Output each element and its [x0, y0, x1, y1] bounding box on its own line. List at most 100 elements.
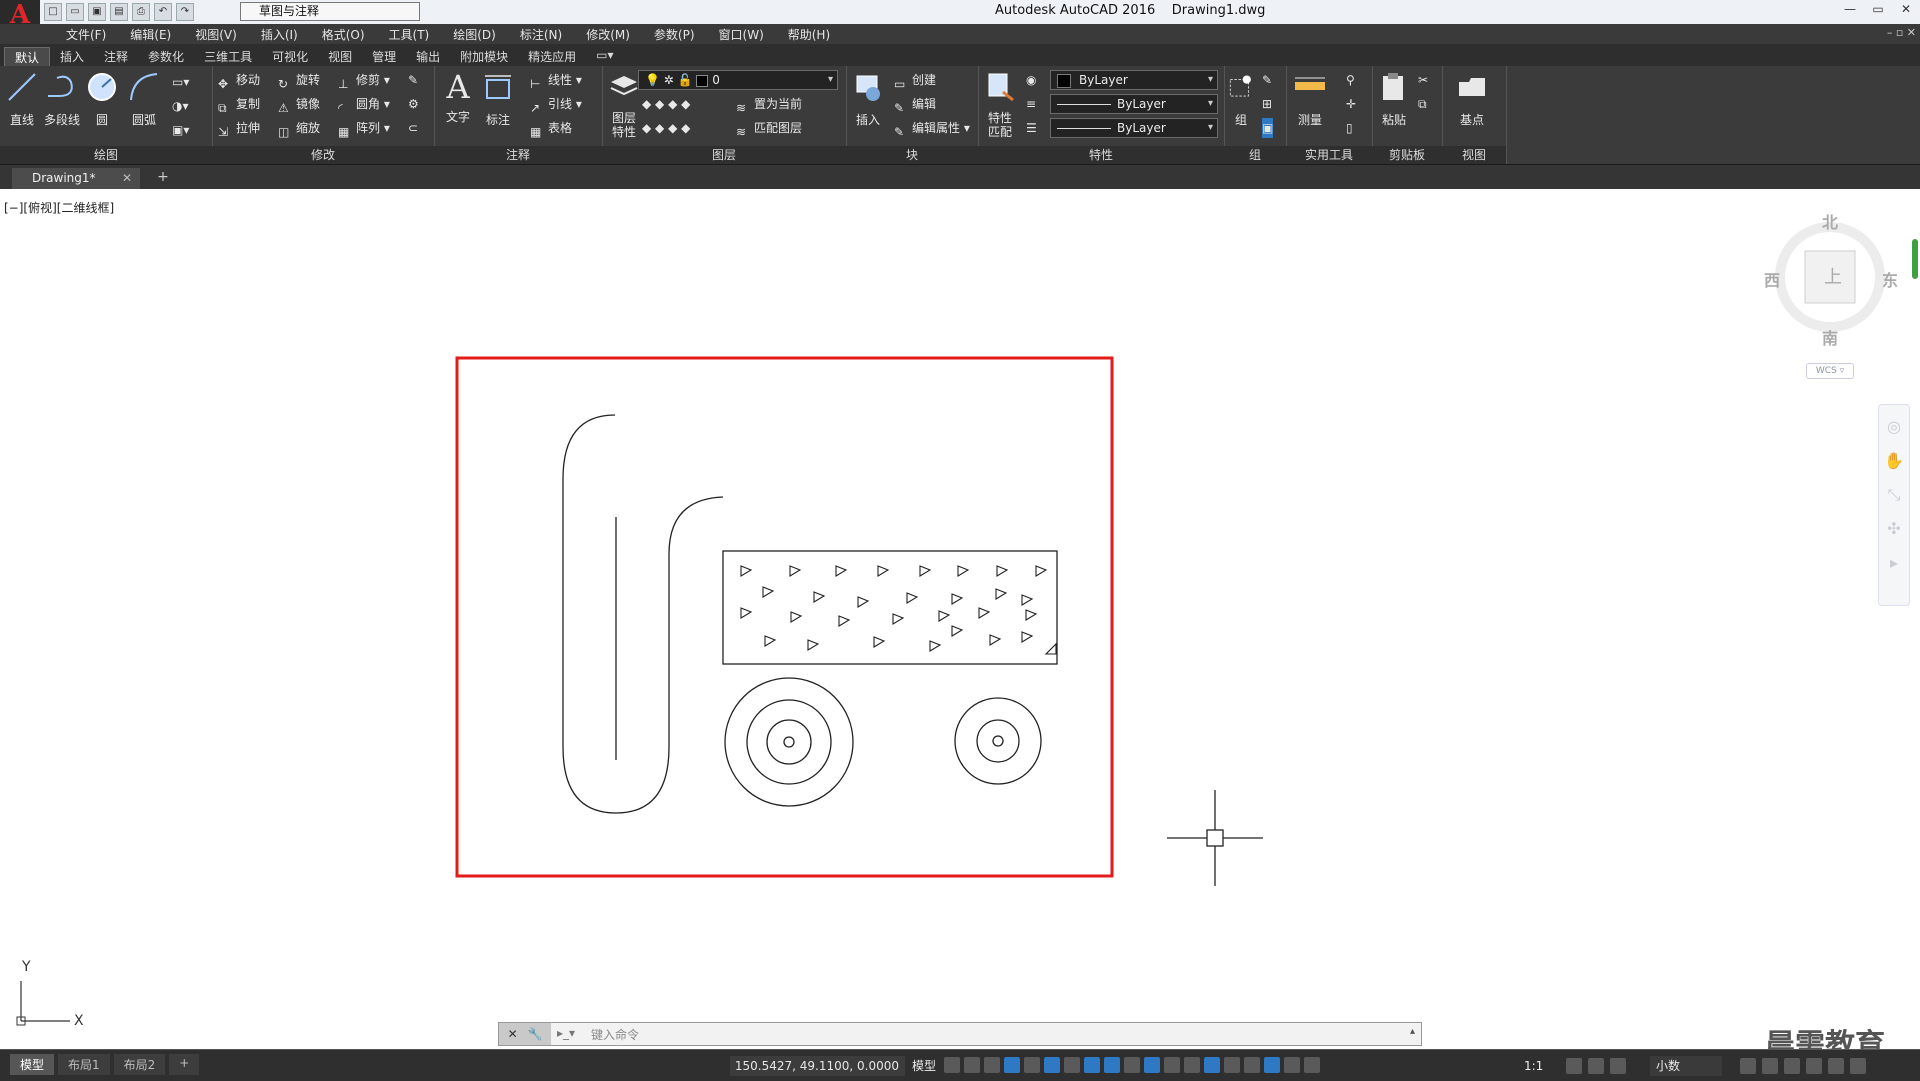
ribbon-options-icon[interactable]: ▭▾ — [586, 47, 623, 67]
dynamic-input-icon[interactable] — [1004, 1057, 1020, 1073]
steering-wheel-icon[interactable]: ◎ — [1883, 417, 1905, 439]
panel-block-title[interactable]: 块 — [846, 146, 978, 164]
command-input[interactable]: 键入命令 — [591, 1026, 639, 1043]
panel-modify-title[interactable]: 修改 — [212, 146, 434, 164]
close-button[interactable]: ✕ — [1892, 0, 1920, 18]
lock-ui-icon[interactable] — [1762, 1058, 1778, 1074]
rotate-button[interactable]: ↻ 旋转 — [278, 70, 320, 91]
grid-icon[interactable] — [944, 1057, 960, 1073]
object-snap-icon[interactable] — [1104, 1057, 1120, 1073]
ungroup-icon[interactable]: ⊞ — [1262, 94, 1272, 114]
table-button[interactable]: ▦ 表格 — [530, 118, 572, 139]
layer-tools-row2[interactable]: ◆ ◆ ◆ ◆ — [642, 118, 690, 138]
customize-command-icon[interactable]: 🔧 — [527, 1027, 542, 1041]
menu-parametric[interactable]: 参数(P) — [642, 24, 707, 43]
scale-button[interactable]: ◫ 缩放 — [278, 118, 320, 139]
tab-parametric[interactable]: 参数化 — [138, 47, 194, 67]
menu-dimension[interactable]: 标注(N) — [508, 24, 574, 43]
tab-add-ins[interactable]: 附加模块 — [450, 47, 518, 67]
quick-select-icon[interactable]: ⚲ — [1346, 70, 1355, 90]
annotation-visibility-icon[interactable] — [1264, 1057, 1280, 1073]
menu-format[interactable]: 格式(O) — [310, 24, 377, 43]
fillet-button[interactable]: ◜ 圆角 ▾ — [338, 94, 390, 115]
model-space-button[interactable]: 模型 — [912, 1056, 936, 1076]
showmotion-icon[interactable]: ▸ — [1883, 553, 1905, 575]
snap-icon[interactable] — [964, 1057, 980, 1073]
mirror-button[interactable]: ⚠ 镜像 — [278, 94, 320, 115]
match-properties-button[interactable]: 特性 匹配 — [980, 70, 1020, 139]
hardware-acceleration-icon[interactable] — [1806, 1058, 1822, 1074]
base-button[interactable]: 基点 — [1452, 70, 1492, 128]
menu-view[interactable]: 视图(V) — [183, 24, 249, 43]
close-tab-icon[interactable]: ✕ — [122, 168, 132, 188]
erase-icon[interactable]: ✎ — [408, 70, 418, 90]
panel-clipboard-title[interactable]: 剪贴板 — [1372, 146, 1442, 164]
save-as-icon[interactable]: ▤ — [110, 3, 128, 21]
panel-draw-title[interactable]: 绘图 — [0, 146, 212, 164]
edit-attributes-button[interactable]: ✎ 编辑属性 ▾ — [894, 118, 970, 139]
compass-north[interactable]: 北 — [1822, 209, 1838, 233]
color-wheel-icon[interactable]: ◉ — [1026, 70, 1036, 90]
annotation-monitor-icon[interactable] — [1588, 1058, 1604, 1074]
color-dropdown[interactable]: ByLayer — [1050, 70, 1218, 90]
zoom-extents-icon[interactable]: ⤡ — [1883, 485, 1905, 507]
command-history-icon[interactable]: ▴ — [1410, 1026, 1415, 1037]
menu-modify[interactable]: 修改(M) — [574, 24, 642, 43]
linear-button[interactable]: ⊢ 线性 ▾ — [530, 70, 582, 91]
close-command-icon[interactable]: ✕ — [508, 1027, 518, 1041]
workspace-switch-icon[interactable] — [1566, 1058, 1582, 1074]
panel-view-title[interactable]: 视图 — [1442, 146, 1506, 164]
calculator-icon[interactable]: ▯ — [1346, 118, 1353, 138]
isolate-objects-icon[interactable] — [1784, 1058, 1800, 1074]
gizmo-icon[interactable] — [1244, 1057, 1260, 1073]
measure-button[interactable]: 测量 — [1290, 70, 1330, 128]
panel-annotation-title[interactable]: 注释 — [434, 146, 602, 164]
group-button[interactable]: 组 — [1226, 70, 1256, 128]
polyline-button[interactable]: 多段线 — [42, 70, 82, 128]
menu-window[interactable]: 窗口(W) — [707, 24, 776, 43]
panel-layers-title[interactable]: 图层 — [602, 146, 846, 164]
panel-groups-title[interactable]: 组 — [1224, 146, 1286, 164]
command-prompt-icon[interactable]: ▸_▾ — [557, 1026, 575, 1040]
quick-properties-icon[interactable] — [1740, 1058, 1756, 1074]
tab-view[interactable]: 视图 — [318, 47, 362, 67]
save-icon[interactable]: ▣ — [88, 3, 106, 21]
array-button[interactable]: ▦ 阵列 ▾ — [338, 118, 390, 139]
menu-file[interactable]: 文件(F) — [54, 24, 118, 43]
lineweight-dropdown[interactable]: ByLayer — [1050, 118, 1218, 138]
insert-block-button[interactable]: 插入 — [848, 70, 888, 128]
layout-tab-model[interactable]: 模型 — [10, 1054, 55, 1075]
coordinate-display[interactable]: 150.5427, 49.1100, 0.0000 — [730, 1056, 905, 1076]
add-layout-icon[interactable]: + — [169, 1054, 200, 1075]
paste-button[interactable]: 粘贴 — [1374, 70, 1414, 128]
tab-3d-tools[interactable]: 三维工具 — [194, 47, 262, 67]
point-icon[interactable]: ✛ — [1346, 94, 1356, 114]
panel-utilities-title[interactable]: 实用工具 — [1286, 146, 1372, 164]
cut-icon[interactable]: ✂ — [1418, 70, 1428, 90]
group-edit-icon[interactable]: ✎ — [1262, 70, 1272, 90]
lineweight-icon[interactable]: ☰ — [1026, 118, 1037, 138]
viewcube[interactable]: 上 北 南 东 西 — [1760, 209, 1900, 349]
copy-clip-icon[interactable]: ⧉ — [1418, 94, 1427, 114]
tab-default[interactable]: 默认 — [4, 47, 51, 67]
document-window-controls[interactable]: – ▫ ✕ — [1887, 26, 1916, 39]
lineweight-bar-icon[interactable] — [1610, 1058, 1626, 1074]
copy-button[interactable]: ⧉ 复制 — [218, 94, 260, 115]
print-icon[interactable]: ⎙ — [132, 3, 150, 21]
compass-east[interactable]: 东 — [1882, 267, 1898, 291]
auto-scale-icon[interactable] — [1284, 1057, 1300, 1073]
menu-tools[interactable]: 工具(T) — [377, 24, 442, 43]
3d-osnap-icon[interactable] — [1184, 1057, 1200, 1073]
compass-south[interactable]: 南 — [1822, 325, 1838, 349]
workspace-dropdown[interactable]: 草图与注释 — [240, 2, 420, 21]
stretch-button[interactable]: ⇲ 拉伸 — [218, 118, 260, 139]
object-snap-tracking-icon[interactable] — [1084, 1057, 1100, 1073]
redo-icon[interactable]: ↷ — [176, 3, 194, 21]
wcs-menu[interactable]: WCS ▿ — [1806, 363, 1854, 379]
menu-draw[interactable]: 绘图(D) — [441, 24, 508, 43]
tab-output[interactable]: 输出 — [406, 47, 450, 67]
tab-manage[interactable]: 管理 — [362, 47, 406, 67]
offset-icon[interactable]: ⊂ — [408, 118, 418, 138]
right-scroll-indicator[interactable] — [1912, 239, 1918, 279]
circle-button[interactable]: 圆 — [82, 70, 122, 128]
